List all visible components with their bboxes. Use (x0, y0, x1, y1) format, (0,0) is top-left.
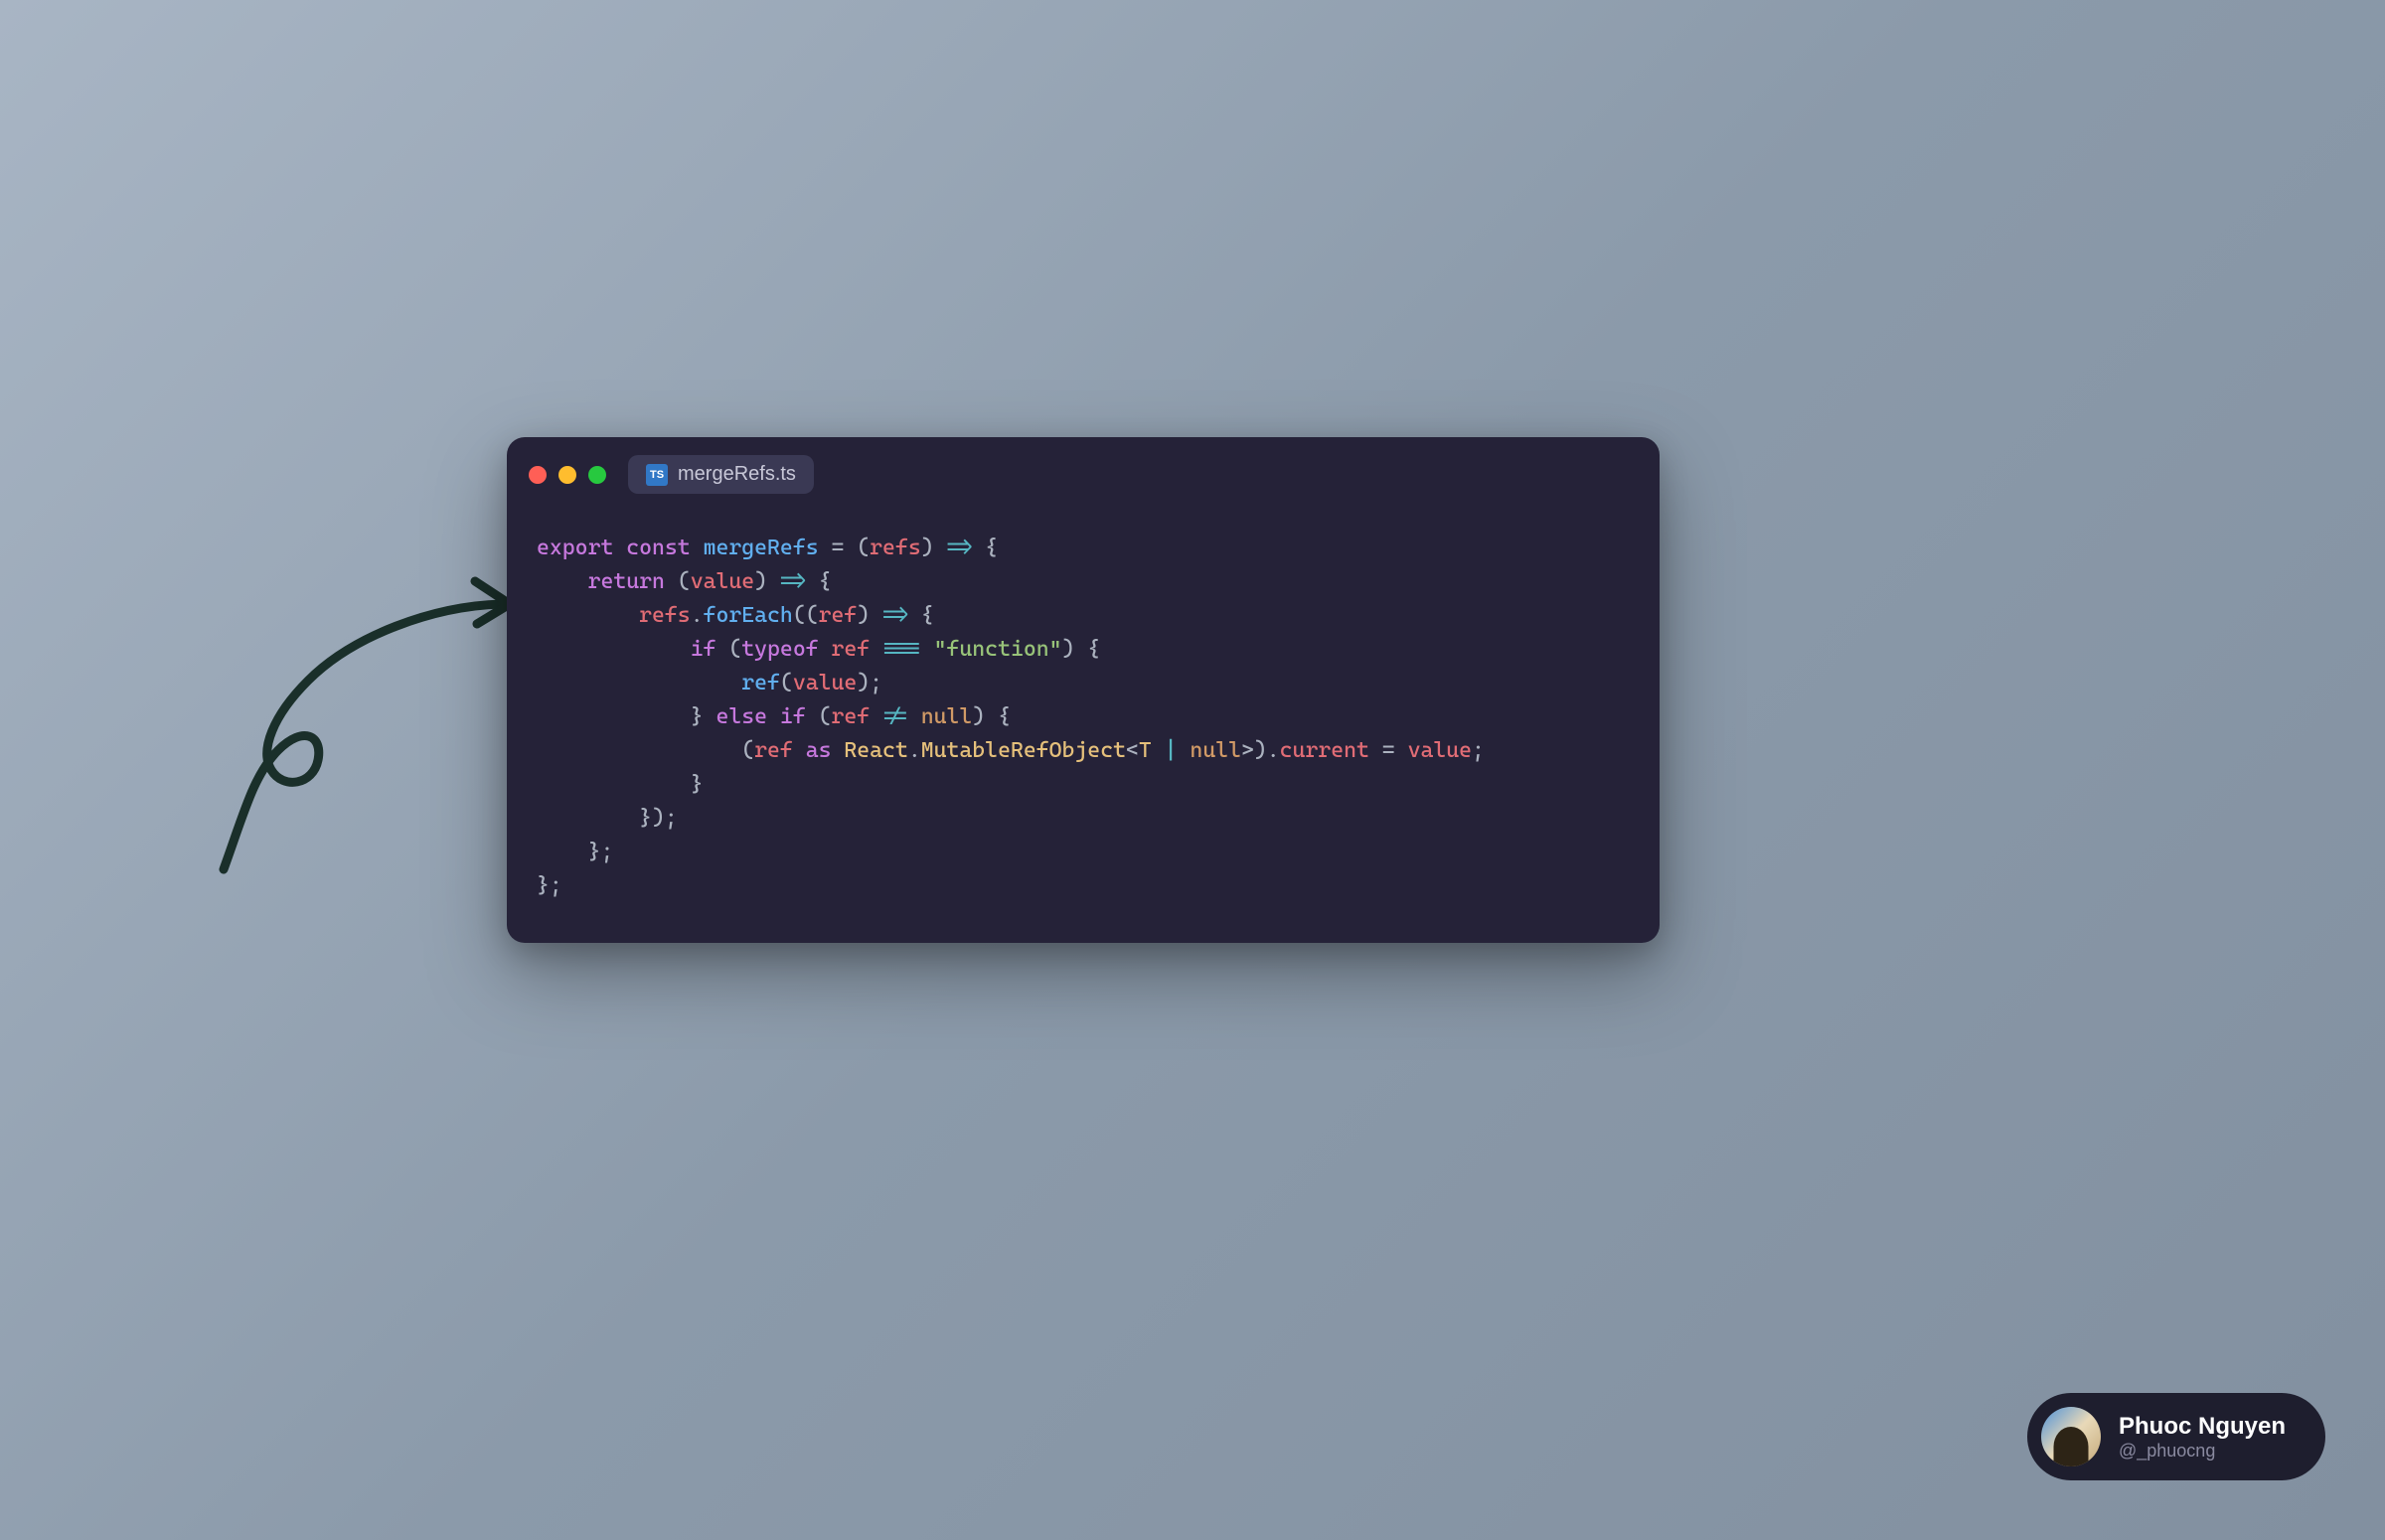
code-editor-window: TS mergeRefs.ts export const mergeRefs =… (507, 437, 1660, 943)
code-content: export const mergeRefs = (refs) => { ret… (507, 512, 1660, 943)
avatar (2041, 1407, 2101, 1466)
author-handle: @_phuocng (2119, 1441, 2286, 1462)
author-name: Phuoc Nguyen (2119, 1413, 2286, 1441)
minimize-icon[interactable] (558, 466, 576, 484)
author-badge[interactable]: Phuoc Nguyen @_phuocng (2027, 1393, 2325, 1480)
file-tab[interactable]: TS mergeRefs.ts (628, 455, 814, 494)
close-icon[interactable] (529, 466, 547, 484)
maximize-icon[interactable] (588, 466, 606, 484)
traffic-lights (529, 466, 606, 484)
arrow-doodle-icon (194, 576, 532, 894)
file-name-label: mergeRefs.ts (678, 463, 796, 486)
typescript-icon: TS (646, 464, 668, 486)
author-text: Phuoc Nguyen @_phuocng (2119, 1413, 2286, 1462)
window-titlebar: TS mergeRefs.ts (507, 437, 1660, 512)
